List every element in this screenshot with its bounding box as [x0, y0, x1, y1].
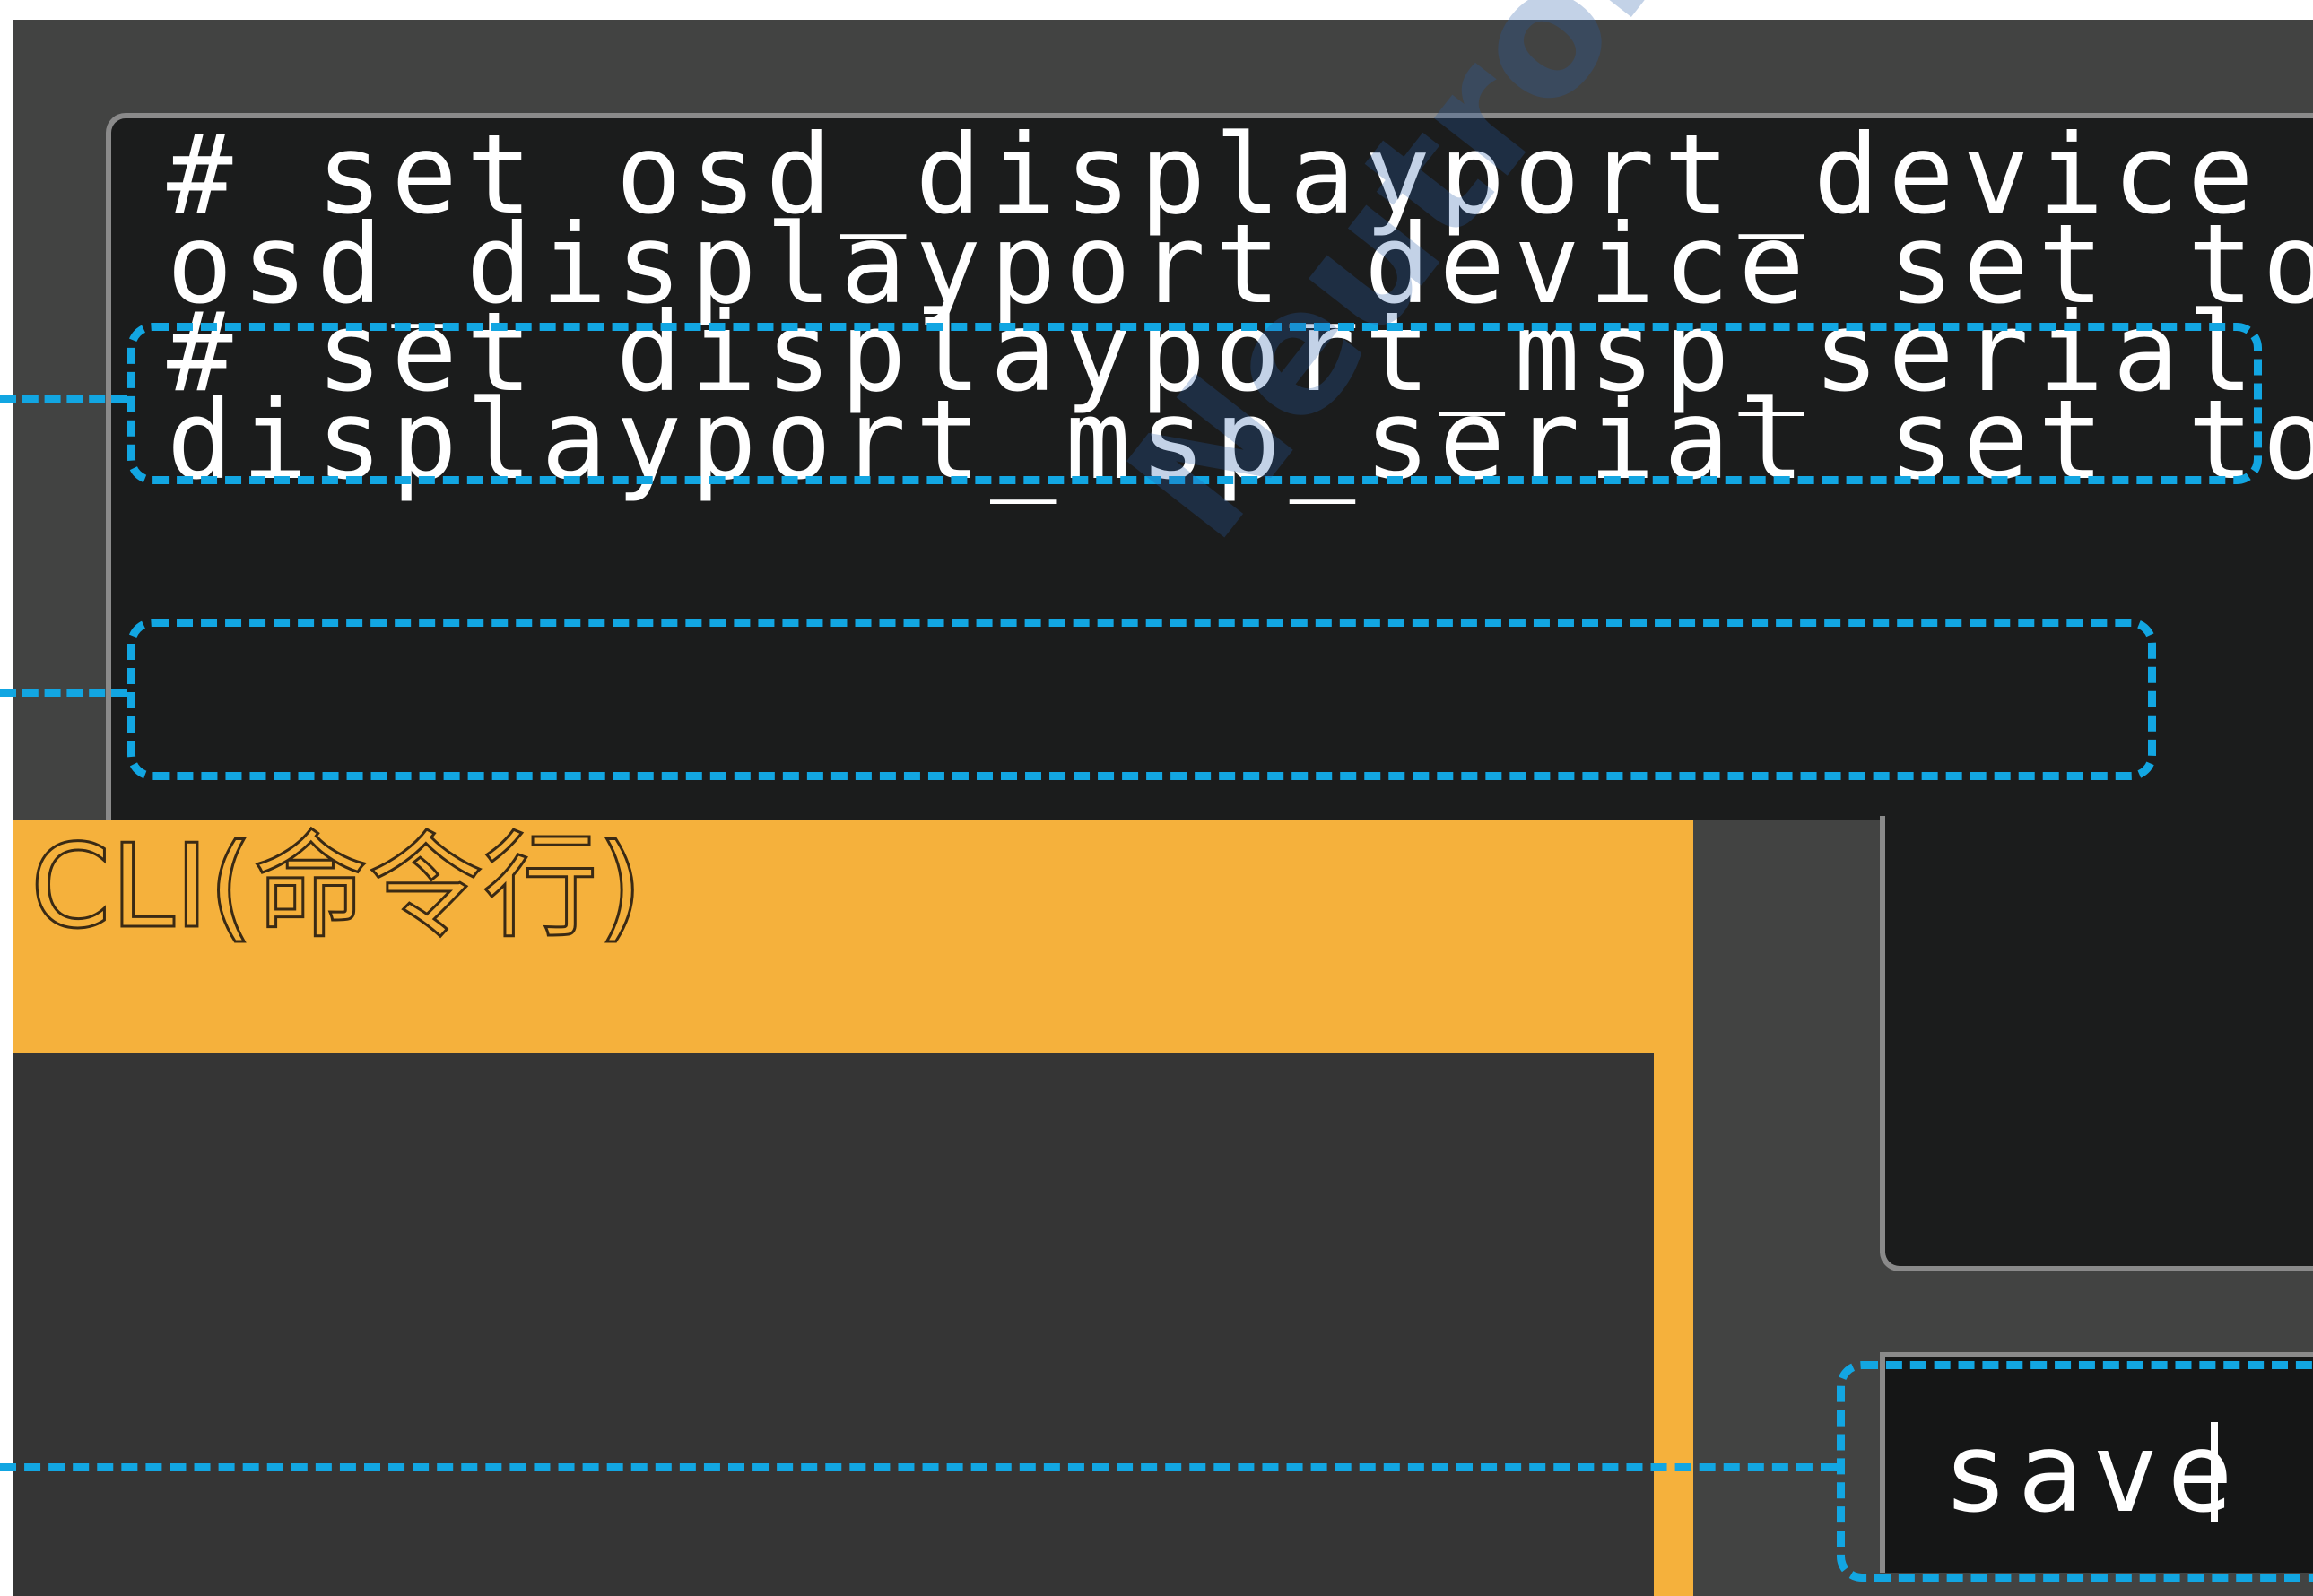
tab-content-panel [13, 1053, 1654, 1596]
callout-leader-input [0, 1463, 1837, 1471]
cli-tab-accent-edge [1654, 1049, 1693, 1596]
callout-leader-line-2 [0, 395, 127, 403]
cli-screen: # set osd_displayport_device = MSP osd_d… [0, 0, 2313, 1596]
highlight-box-input [1837, 1361, 2313, 1582]
highlight-box-line-4 [127, 619, 2156, 780]
tab-cli-label[interactable]: CLI(命令行) [29, 820, 643, 954]
callout-leader-line-4 [0, 689, 127, 697]
cli-output-scroll-region [1880, 816, 2313, 1271]
